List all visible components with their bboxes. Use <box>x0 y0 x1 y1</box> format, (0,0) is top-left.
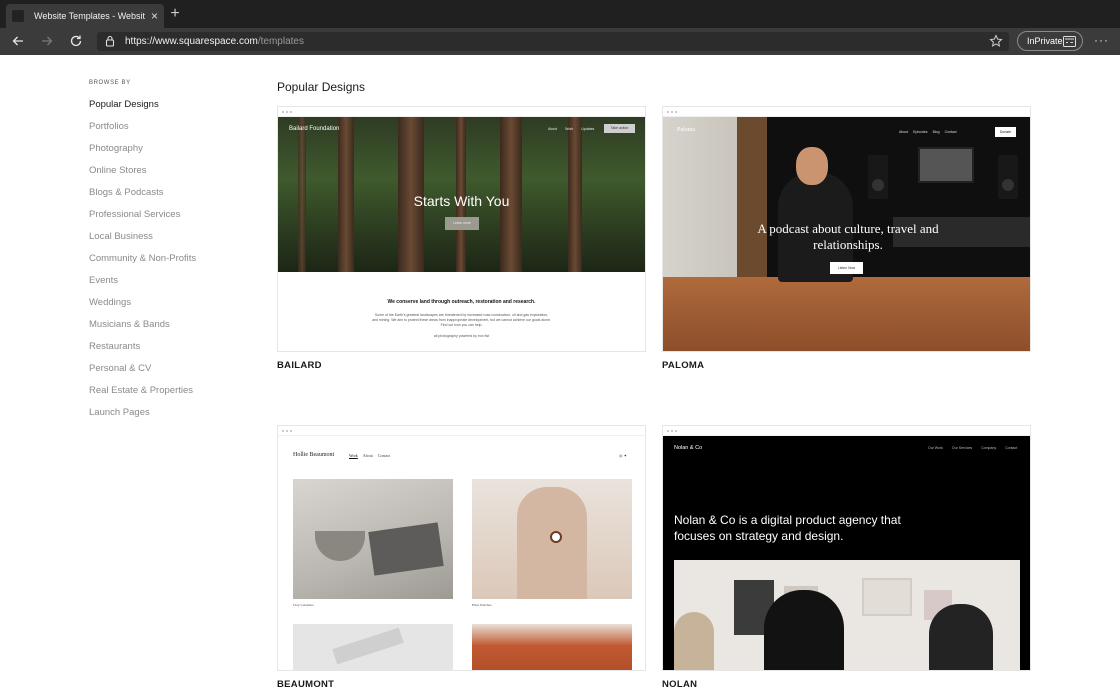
back-arrow-icon <box>12 36 23 46</box>
bailard-body: We conserve land through outreach, resto… <box>278 272 645 351</box>
sidebar-item-portfolios[interactable]: Portfolios <box>89 121 259 143</box>
forward-button[interactable] <box>38 32 56 50</box>
paloma-nav: About Episodes Blog Contact <box>899 130 957 134</box>
section-title: Popular Designs <box>277 80 366 94</box>
preview-frame-bar <box>278 426 645 436</box>
template-card-nolan[interactable]: Nolan & Co Our Work Our Services Company Co… <box>662 425 1031 690</box>
sidebar-item-popular-designs[interactable]: Popular Designs <box>89 99 259 121</box>
beaumont-social-icons: ◎ ✦ <box>619 453 627 458</box>
sidebar-item-photography[interactable]: Photography <box>89 143 259 165</box>
address-bar[interactable]: https://www.squarespace.com/templates <box>97 32 1009 51</box>
bailard-heading: Starts With You <box>413 193 510 209</box>
bailard-learn-button: Learn more <box>445 217 479 230</box>
bailard-cta-button: Take action <box>604 124 635 133</box>
browse-by-heading: BROWSE BY <box>89 80 131 86</box>
nolan-page: Nolan & Co Our Work Our Services Company Co… <box>663 436 1030 670</box>
template-preview-beaumont[interactable]: Hollie Beaumont Work About Contact ◎ ✦ Cla… <box>277 425 646 671</box>
paloma-listen-button: Listen Now <box>830 262 863 274</box>
bailard-brand: Bailard Foundation <box>289 126 340 132</box>
inprivate-button[interactable]: InPrivate <box>1017 31 1083 51</box>
sidebar-item-professional-services[interactable]: Professional Services <box>89 209 259 231</box>
browser-tab-active[interactable]: Website Templates - Website Design × <box>6 4 164 28</box>
template-preview-nolan[interactable]: Nolan & Co Our Work Our Services Company Co… <box>662 425 1031 671</box>
template-preview-bailard[interactable]: Bailard Foundation About Work Updates Take… <box>277 106 646 352</box>
preview-frame-bar <box>663 107 1030 117</box>
inprivate-icon <box>1063 36 1076 47</box>
url-host: https://www.squarespace.com <box>125 36 258 47</box>
nolan-nav: Our Work Our Services Company Contact <box>928 446 1018 450</box>
forest-hero-image: Bailard Foundation About Work Updates Take… <box>278 117 645 272</box>
sunglasses-image <box>472 624 632 670</box>
bailard-nav: About Work Updates <box>548 127 595 131</box>
bailard-credit: all photography powered by iron fist <box>433 334 490 338</box>
preview-frame-bar <box>278 107 645 117</box>
bailard-paragraph: Some of the Earth's greatest landscapes … <box>372 313 551 327</box>
beaumont-brand: Hollie Beaumont <box>293 452 335 458</box>
template-name-paloma[interactable]: PALOMA <box>662 360 1031 371</box>
template-card-beaumont[interactable]: Hollie Beaumont Work About Contact ◎ ✦ Cla… <box>277 425 646 690</box>
watch-image <box>472 479 632 599</box>
preview-frame-bar <box>663 426 1030 436</box>
sidebar-item-real-estate[interactable]: Real Estate & Properties <box>89 385 259 407</box>
sidebar-item-blogs-podcasts[interactable]: Blogs & Podcasts <box>89 187 259 209</box>
template-card-bailard[interactable]: Bailard Foundation About Work Updates Take… <box>277 106 646 371</box>
new-tab-button[interactable]: + <box>168 5 182 23</box>
sidebar-item-events[interactable]: Events <box>89 275 259 297</box>
sidebar-item-musicians-bands[interactable]: Musicians & Bands <box>89 319 259 341</box>
nolan-brand: Nolan & Co <box>674 445 703 451</box>
tab-close-icon[interactable]: × <box>151 10 158 22</box>
sidebar-item-online-stores[interactable]: Online Stores <box>89 165 259 187</box>
forward-arrow-icon <box>42 36 53 46</box>
caption-clay-ceramics: Clay Ceramics <box>293 603 314 607</box>
squarespace-favicon-icon <box>12 10 24 22</box>
tab-title: Website Templates - Website Design <box>34 11 145 21</box>
refresh-button[interactable] <box>67 32 85 50</box>
podcast-studio-image: Paloma About Episodes Blog Contact Donate A… <box>663 117 1030 351</box>
beaumont-page: Hollie Beaumont Work About Contact ◎ ✦ Cla… <box>278 436 645 670</box>
back-button[interactable] <box>9 32 27 50</box>
browser-tab-bar: Website Templates - Website Design × + <box>0 0 1120 28</box>
sidebar-item-restaurants[interactable]: Restaurants <box>89 341 259 363</box>
paloma-brand: Paloma <box>677 127 695 133</box>
paloma-cta-button: Donate <box>995 127 1016 137</box>
lock-icon <box>105 35 115 47</box>
url-path: /templates <box>257 36 304 47</box>
bailard-subheading: We conserve land through outreach, resto… <box>387 299 536 305</box>
sidebar-item-local-business[interactable]: Local Business <box>89 231 259 253</box>
template-card-paloma[interactable]: Paloma About Episodes Blog Contact Donate A… <box>662 106 1031 371</box>
template-name-beaumont[interactable]: BEAUMONT <box>277 679 646 690</box>
inprivate-label: InPrivate <box>1027 36 1063 46</box>
url-text: https://www.squarespace.com/templates <box>125 36 304 47</box>
template-preview-paloma[interactable]: Paloma About Episodes Blog Contact Donate A… <box>662 106 1031 352</box>
sidebar-item-weddings[interactable]: Weddings <box>89 297 259 319</box>
template-name-bailard[interactable]: BAILARD <box>277 360 646 371</box>
team-workspace-image <box>674 560 1020 670</box>
cables-image <box>293 624 453 670</box>
template-name-nolan[interactable]: NOLAN <box>662 679 1031 690</box>
sidebar-item-community-non-profits[interactable]: Community & Non-Profits <box>89 253 259 275</box>
refresh-icon <box>70 35 82 47</box>
star-icon[interactable] <box>989 34 1003 48</box>
sidebar-item-personal-cv[interactable]: Personal & CV <box>89 363 259 385</box>
nolan-heading: Nolan & Co is a digital product agency t… <box>674 513 901 543</box>
more-menu-icon[interactable]: ··· <box>1094 34 1109 46</box>
caption-elise-watches: Elise Watches <box>472 603 492 607</box>
beaumont-nav: Work About Contact <box>349 453 391 458</box>
browse-by-sidebar: BROWSE BY Popular Designs Portfolios Pho… <box>89 80 259 429</box>
browser-toolbar: https://www.squarespace.com/templates In… <box>0 28 1120 55</box>
sidebar-item-launch-pages[interactable]: Launch Pages <box>89 407 259 429</box>
paloma-heading: A podcast about culture, travel and rela… <box>757 221 939 252</box>
ceramics-image <box>293 479 453 599</box>
